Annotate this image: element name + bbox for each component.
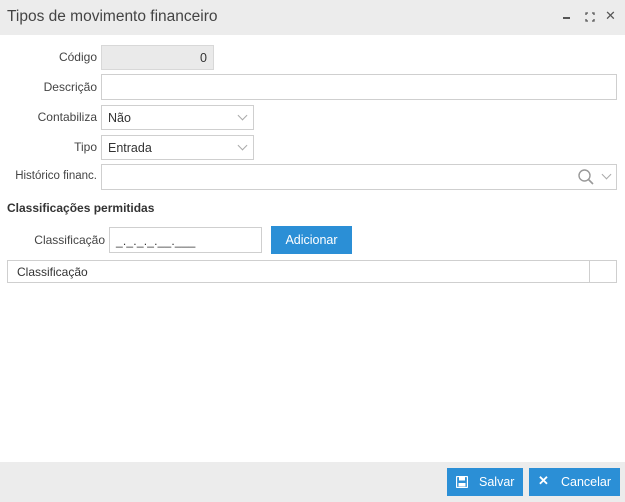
historico-combo[interactable]	[101, 164, 617, 190]
chevron-down-icon[interactable]	[601, 169, 612, 180]
cancel-button-label: Cancelar	[561, 475, 612, 489]
minimize-icon[interactable]	[562, 10, 572, 24]
contabiliza-label: Contabiliza	[37, 110, 97, 124]
historico-label: Histórico financ.	[15, 170, 97, 182]
save-button-label: Salvar	[479, 475, 515, 489]
classificacao-label: Classificação	[34, 233, 105, 247]
chevron-down-icon	[237, 140, 248, 151]
save-icon	[455, 475, 469, 491]
search-icon[interactable]	[577, 168, 595, 186]
close-icon[interactable]: ✕	[605, 9, 616, 23]
add-classificacao-button[interactable]: Adicionar	[271, 226, 352, 254]
section-title: Classificações permitidas	[7, 201, 155, 215]
maximize-icon[interactable]	[585, 10, 595, 24]
window-titlebar: Tipos de movimento financeiro ✕	[0, 0, 625, 35]
descricao-label: Descrição	[43, 80, 97, 94]
chevron-down-icon	[237, 110, 248, 121]
contabiliza-value: Não	[108, 111, 131, 125]
tipo-label: Tipo	[74, 140, 97, 154]
dialog-footer: Salvar ✕ Cancelar	[0, 462, 625, 502]
codigo-field: 0	[101, 45, 214, 70]
classificacoes-table-header: Classificação	[7, 260, 617, 283]
tipo-value: Entrada	[108, 141, 152, 155]
contabiliza-select[interactable]: Não	[101, 105, 254, 130]
codigo-label: Código	[58, 50, 97, 64]
close-icon: ✕	[538, 473, 549, 488]
classificacao-mask: _._._._.__.___	[116, 234, 196, 248]
codigo-value: 0	[200, 51, 207, 65]
tipo-select[interactable]: Entrada	[101, 135, 254, 160]
cancel-button[interactable]: ✕ Cancelar	[529, 468, 620, 496]
classificacao-input[interactable]: _._._._.__.___	[109, 227, 262, 253]
window-title: Tipos de movimento financeiro	[7, 8, 218, 25]
column-divider	[589, 261, 590, 282]
save-button[interactable]: Salvar	[447, 468, 523, 496]
table-header-classificacao: Classificação	[17, 265, 88, 279]
descricao-input[interactable]	[101, 74, 617, 100]
